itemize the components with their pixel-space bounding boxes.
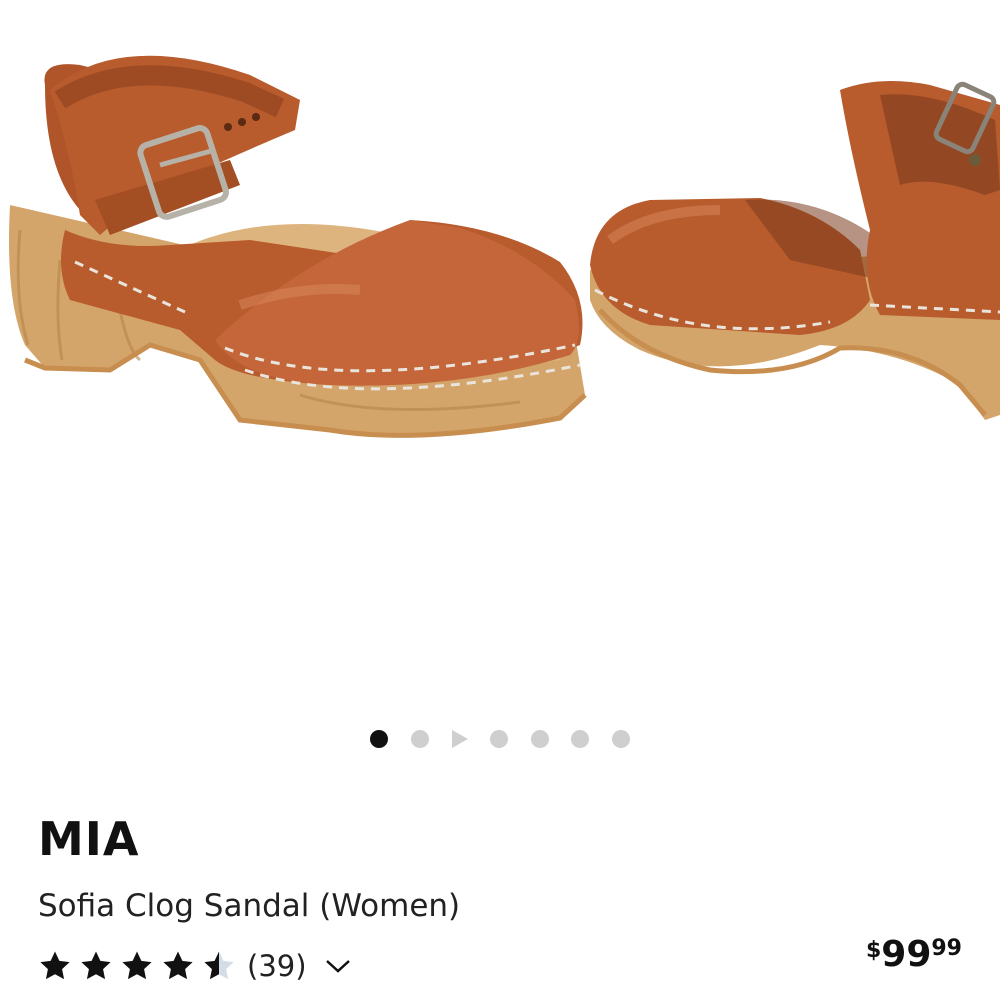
star-icon <box>122 951 152 980</box>
gallery-dot-4[interactable] <box>490 730 508 748</box>
gallery-dot-5[interactable] <box>531 730 549 748</box>
price: $ 99 99 <box>866 934 962 975</box>
star-icon <box>163 951 193 980</box>
review-count[interactable]: (39) <box>247 949 307 983</box>
gallery-dot-7[interactable] <box>612 730 630 748</box>
star-icon <box>40 951 70 980</box>
left-clog-illustration <box>9 55 587 438</box>
product-image <box>9 55 1000 438</box>
gallery-dot-6[interactable] <box>571 730 589 748</box>
product-title: Sofia Clog Sandal (Women) <box>38 888 461 924</box>
right-clog-illustration <box>590 81 1000 420</box>
brand-name[interactable]: MIA <box>38 812 140 866</box>
price-cents: 99 <box>931 936 962 961</box>
gallery-dot-2[interactable] <box>411 730 429 748</box>
half-star-icon <box>204 951 234 980</box>
rating-summary[interactable]: (39) <box>38 944 351 988</box>
star-rating <box>38 949 243 983</box>
product-image-gallery[interactable] <box>0 0 1000 700</box>
gallery-dot-1[interactable] <box>370 730 388 748</box>
price-currency: $ <box>865 938 882 963</box>
star-icon <box>81 951 111 980</box>
play-icon[interactable] <box>452 730 468 748</box>
gallery-pagination <box>0 727 1000 751</box>
price-dollars: 99 <box>881 934 932 975</box>
chevron-down-icon[interactable] <box>325 958 351 974</box>
